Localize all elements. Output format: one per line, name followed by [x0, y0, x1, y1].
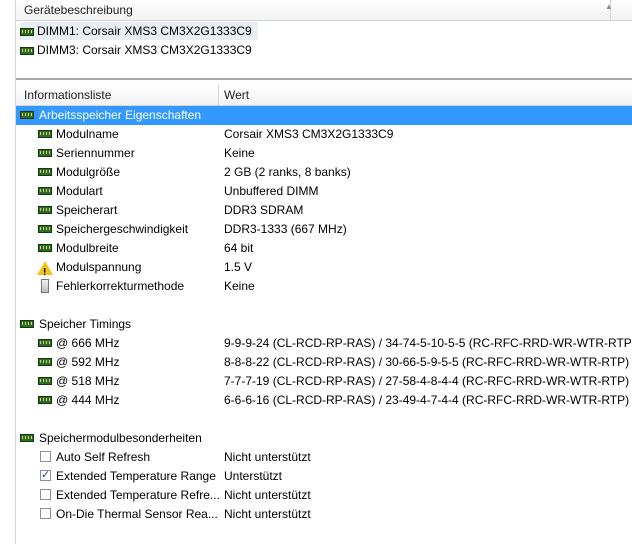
row-label: Extended Temperature Refre... — [56, 488, 220, 502]
row-value: 64 bit — [224, 241, 254, 255]
row-value: Unterstützt — [224, 469, 283, 483]
info-row[interactable]: Modulart Unbuffered DIMM — [16, 182, 632, 201]
memory-module-icon — [38, 339, 52, 347]
memory-module-icon — [38, 358, 52, 366]
device-item-label: DIMM3: Corsair XMS3 CM3X2G1333C9 — [37, 43, 252, 57]
device-panel: Gerätebeschreibung ▲ DIMM1: Corsair XMS3… — [0, 0, 632, 80]
row-value: Keine — [224, 146, 255, 160]
info-row[interactable]: Speicherart DDR3 SDRAM — [16, 201, 632, 220]
info-row[interactable]: Modulbreite 64 bit — [16, 239, 632, 258]
section-title: Speicher Timings — [39, 317, 132, 331]
row-label: Modulart — [56, 184, 103, 198]
row-value: DDR3-1333 (667 MHz) — [224, 222, 347, 236]
section-title: Speichermodulbesonderheiten — [39, 431, 202, 445]
memory-module-icon — [38, 206, 52, 214]
info-list-header: Informationsliste Wert — [16, 85, 632, 106]
info-row[interactable]: Auto Self Refresh Nicht unterstützt — [16, 448, 632, 467]
row-label: @ 518 MHz — [56, 374, 120, 388]
row-label: @ 592 MHz — [56, 355, 120, 369]
server-icon — [41, 279, 49, 293]
info-row[interactable]: Seriennummer Keine — [16, 144, 632, 163]
row-value: Unbuffered DIMM — [224, 184, 319, 198]
row-label: Modulname — [56, 127, 119, 141]
info-row[interactable]: Fehlerkorrekturmethode Keine — [16, 277, 632, 296]
row-label: @ 444 MHz — [56, 393, 120, 407]
device-item[interactable]: DIMM3: Corsair XMS3 CM3X2G1333C9 — [20, 41, 258, 59]
row-label: Modulspannung — [56, 260, 142, 274]
section-header[interactable]: Arbeitsspeicher Eigenschaften — [16, 106, 632, 125]
checkbox-unchecked[interactable] — [40, 451, 51, 462]
row-value: 1.5 V — [224, 260, 253, 274]
device-header-label: Gerätebeschreibung — [24, 3, 133, 17]
row-value: 9-9-9-24 (CL-RCD-RP-RAS) / 34-74-5-10-5-… — [224, 336, 632, 350]
info-row[interactable]: On-Die Thermal Sensor Rea... Nicht unters… — [16, 505, 632, 524]
column-header-wert[interactable]: Wert — [224, 85, 249, 105]
info-row[interactable]: Modulname Corsair XMS3 CM3X2G1333C9 — [16, 125, 632, 144]
memory-module-icon — [38, 244, 52, 252]
row-label: Auto Self Refresh — [56, 450, 151, 464]
panel-splitter[interactable] — [16, 78, 632, 80]
scroll-up-icon[interactable]: ▲ — [605, 3, 613, 11]
section-header[interactable]: Speichermodulbesonderheiten — [16, 429, 632, 448]
row-label: Modulbreite — [56, 241, 119, 255]
row-value: Nicht unterstützt — [224, 450, 311, 464]
warning-icon: ! — [37, 261, 53, 278]
checkbox-unchecked[interactable] — [40, 508, 51, 519]
info-row[interactable]: Modulgröße 2 GB (2 ranks, 8 banks) — [16, 163, 632, 182]
memory-module-icon — [38, 168, 52, 176]
row-label: Speichergeschwindigkeit — [56, 222, 189, 236]
row-label: On-Die Thermal Sensor Rea... — [56, 507, 218, 521]
info-row[interactable]: @ 592 MHz 8-8-8-22 (CL-RCD-RP-RAS) / 30-6… — [16, 353, 632, 372]
row-value: 7-7-7-19 (CL-RCD-RP-RAS) / 27-58-4-8-4-4… — [224, 374, 630, 388]
memory-module-icon — [38, 396, 52, 404]
row-label: Extended Temperature Range — [56, 469, 216, 483]
row-value: DDR3 SDRAM — [224, 203, 304, 217]
row-value: Nicht unterstützt — [224, 488, 311, 502]
column-header-informationsliste[interactable]: Informationsliste — [24, 85, 111, 105]
row-label: Modulgröße — [56, 165, 121, 179]
info-row[interactable]: @ 518 MHz 7-7-7-19 (CL-RCD-RP-RAS) / 27-5… — [16, 372, 632, 391]
row-value: 6-6-6-16 (CL-RCD-RP-RAS) / 23-49-4-7-4-4… — [224, 393, 630, 407]
memory-module-icon — [38, 130, 52, 138]
memory-module-icon — [38, 149, 52, 157]
memory-module-icon — [20, 320, 34, 328]
row-label: @ 666 MHz — [56, 336, 120, 350]
memory-module-icon — [20, 27, 34, 36]
row-label: Speicherart — [56, 203, 118, 217]
section-header[interactable]: Speicher Timings — [16, 315, 632, 334]
memory-module-icon — [38, 225, 52, 233]
row-value: Keine — [224, 279, 255, 293]
checkbox-unchecked[interactable] — [40, 489, 51, 500]
memory-module-icon — [38, 377, 52, 385]
section-title: Arbeitsspeicher Eigenschaften — [39, 108, 202, 122]
info-row[interactable]: ! Modulspannung 1.5 V — [16, 258, 632, 278]
column-divider[interactable] — [218, 85, 219, 105]
row-value: 8-8-8-22 (CL-RCD-RP-RAS) / 30-66-5-9-5-5… — [224, 355, 630, 369]
info-row[interactable]: ✓ Extended Temperature Range Unterstützt — [16, 467, 632, 486]
info-row[interactable]: @ 666 MHz 9-9-9-24 (CL-RCD-RP-RAS) / 34-7… — [16, 334, 632, 353]
row-value: 2 GB (2 ranks, 8 banks) — [224, 165, 351, 179]
info-row[interactable]: Speichergeschwindigkeit DDR3-1333 (667 MH… — [16, 220, 632, 239]
device-item-label: DIMM1: Corsair XMS3 CM3X2G1333C9 — [37, 24, 252, 38]
row-value: Nicht unterstützt — [224, 507, 311, 521]
device-item[interactable]: DIMM1: Corsair XMS3 CM3X2G1333C9 — [20, 22, 258, 40]
memory-module-icon — [20, 434, 34, 442]
info-row[interactable]: @ 444 MHz 6-6-6-16 (CL-RCD-RP-RAS) / 23-4… — [16, 391, 632, 410]
memory-module-icon — [38, 187, 52, 195]
checkbox-checked[interactable]: ✓ — [40, 470, 51, 481]
info-row[interactable]: Extended Temperature Refre... Nicht unter… — [16, 486, 632, 505]
memory-module-icon — [20, 46, 34, 55]
row-value: Corsair XMS3 CM3X2G1333C9 — [224, 127, 394, 141]
device-panel-header[interactable]: Gerätebeschreibung — [16, 0, 632, 21]
memory-module-icon — [20, 111, 34, 119]
row-label: Seriennummer — [56, 146, 135, 160]
row-label: Fehlerkorrekturmethode — [56, 279, 185, 293]
